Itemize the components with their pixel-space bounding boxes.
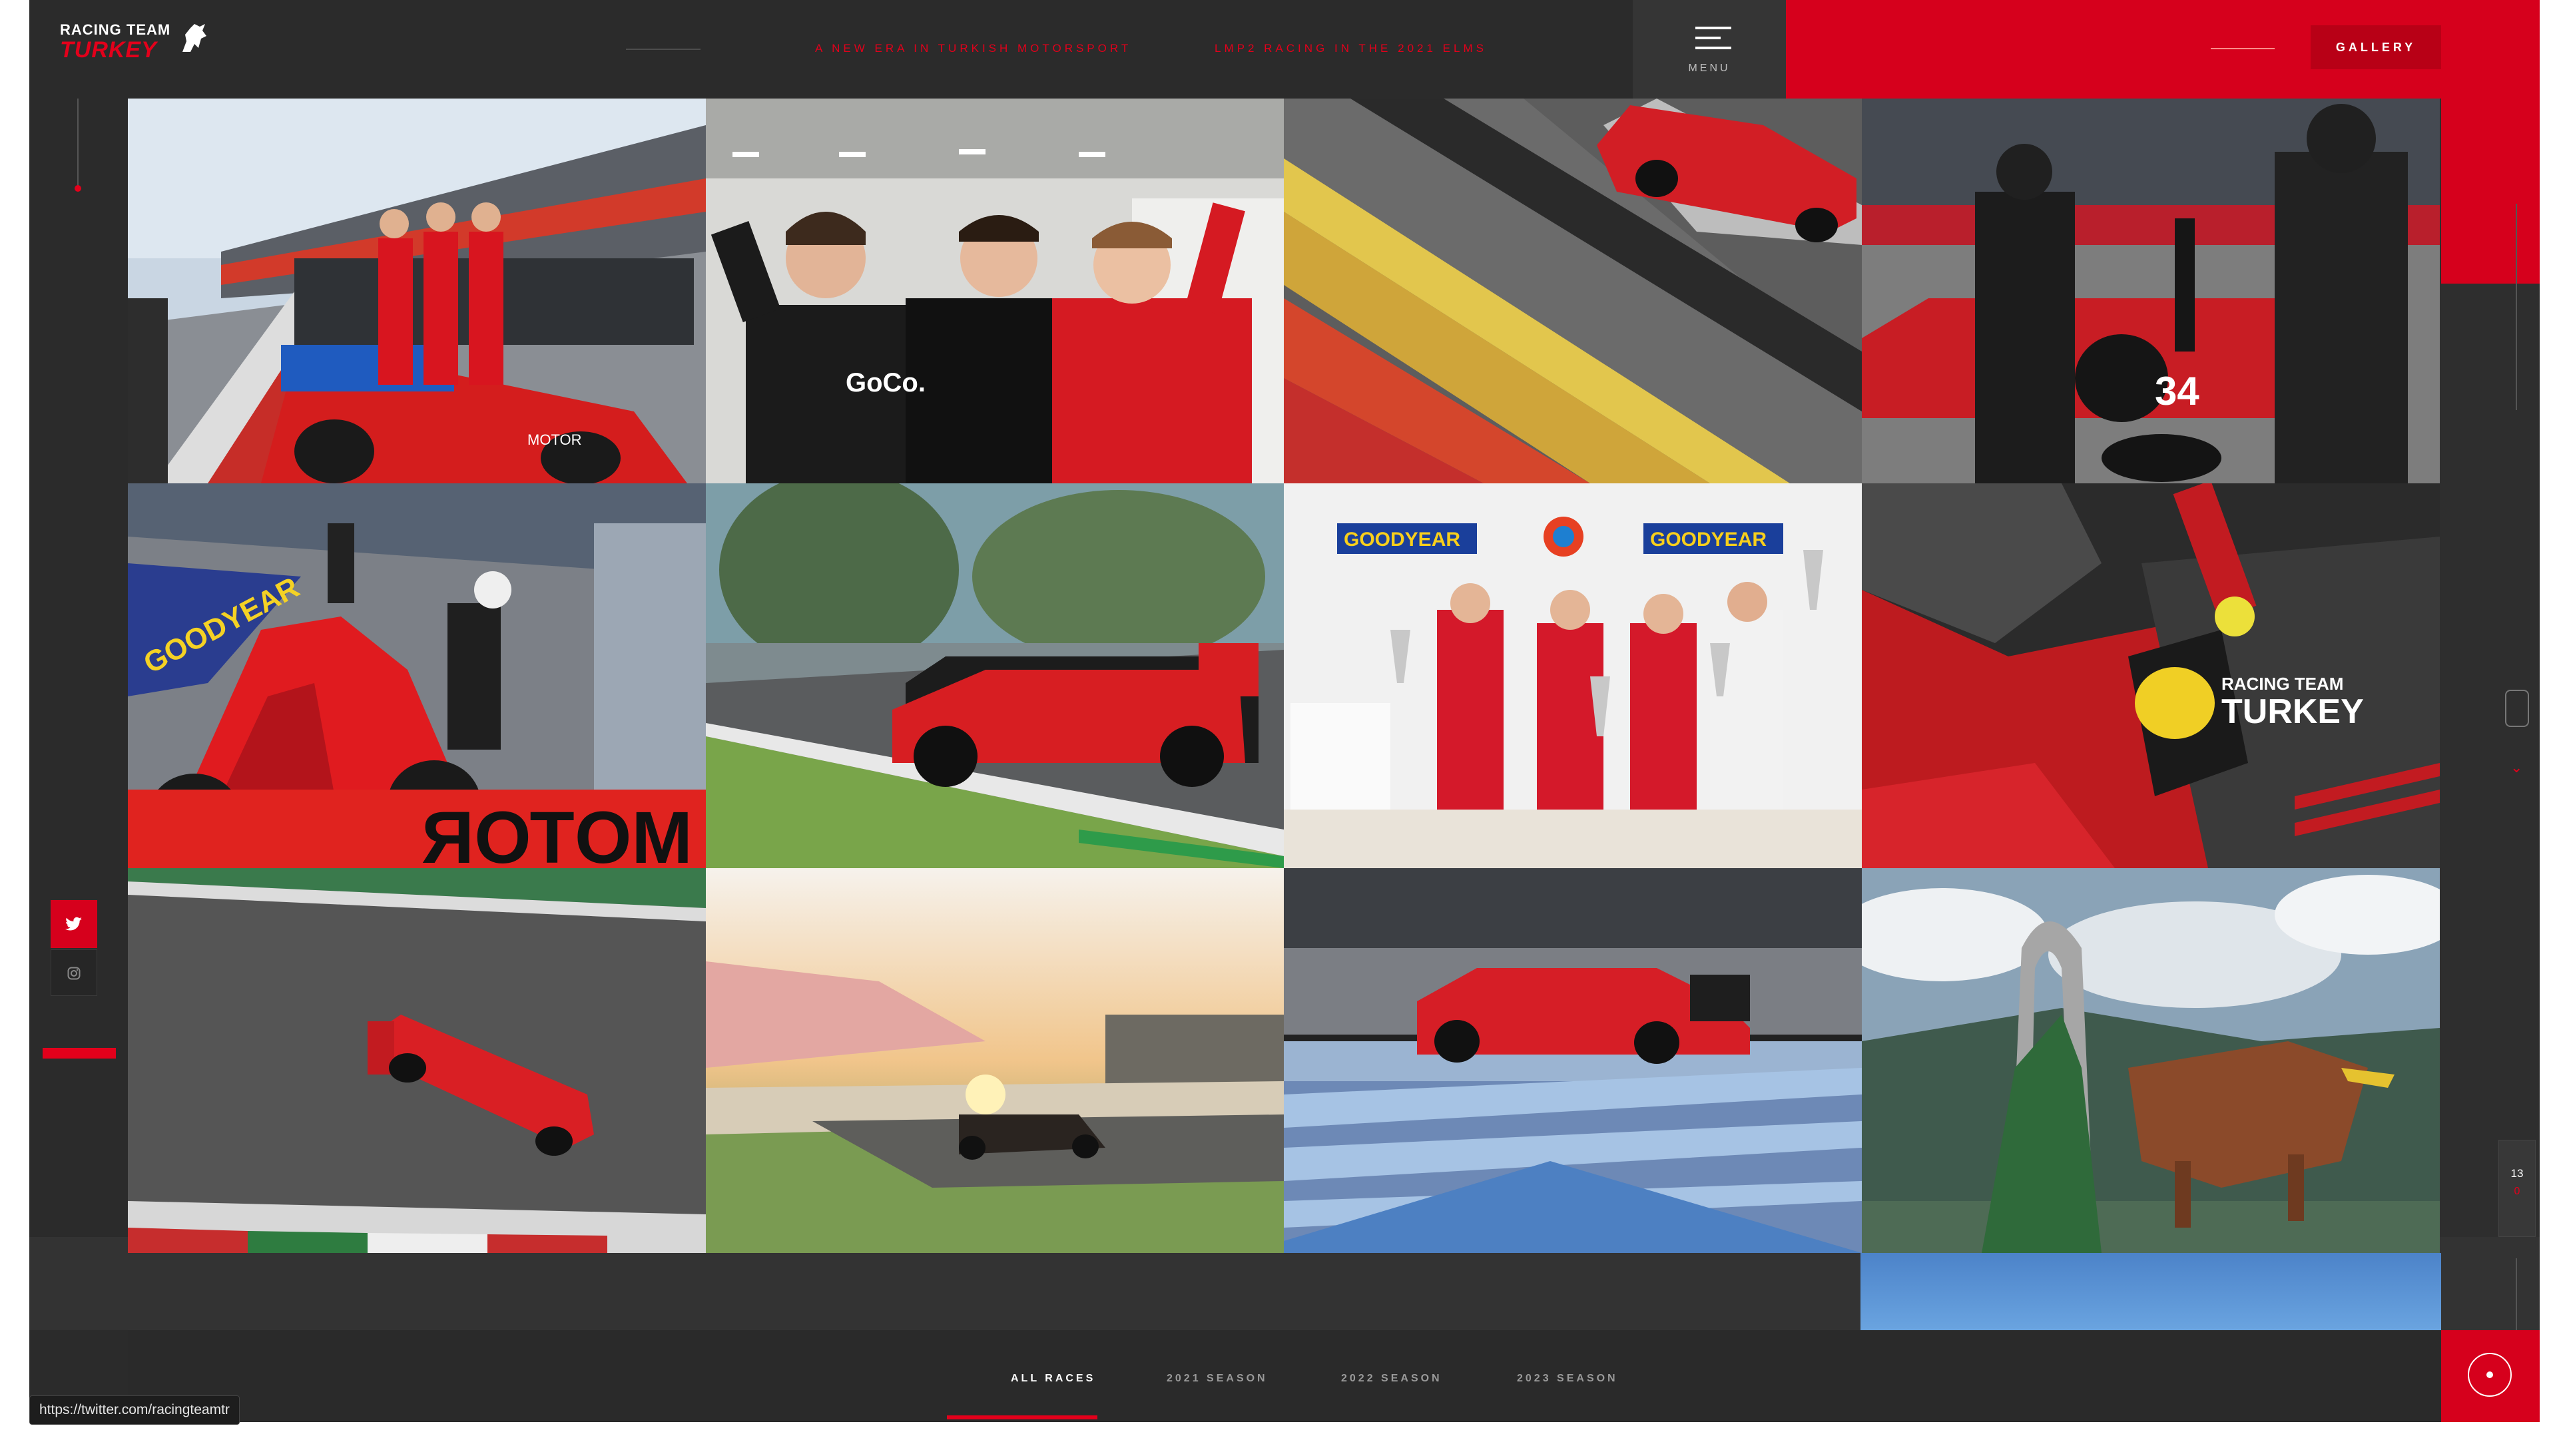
- scroll-mouse-icon[interactable]: [2505, 690, 2529, 727]
- photo-car-aerial: [128, 868, 706, 1253]
- twitter-icon: [65, 917, 82, 931]
- red-header-line: [2211, 48, 2275, 49]
- gallery-photo[interactable]: [1862, 868, 2440, 1253]
- svg-text:GOODYEAR: GOODYEAR: [1344, 529, 1460, 551]
- left-sidebar: [29, 99, 129, 1422]
- season-filter-bar: ALL RACES 2021 SEASON 2022 SEASON 2023 S…: [128, 1330, 2441, 1422]
- team-badge-line-1: RACING TEAM: [2221, 674, 2343, 694]
- gallery-photo[interactable]: GoCo.: [706, 99, 1284, 483]
- left-progress-line: [77, 99, 79, 189]
- filter-2021-season[interactable]: 2021 SEASON: [1167, 1373, 1268, 1385]
- photo-red-bull-ring: [1862, 868, 2440, 1253]
- horse-icon: [182, 24, 206, 52]
- gallery-photo[interactable]: GOODYEAR GOODYEAR: [1284, 483, 1862, 868]
- photo-car-speed-kerb: [1284, 99, 1862, 483]
- filter-2022-season[interactable]: 2022 SEASON: [1341, 1373, 1442, 1385]
- photo-team-garage: GoCo.: [706, 99, 1284, 483]
- right-rail-line-bottom: [2516, 1258, 2517, 1330]
- nav-divider: [626, 49, 701, 50]
- instagram-button[interactable]: [51, 949, 97, 996]
- svg-text:GoCo.: GoCo.: [846, 368, 926, 397]
- logo-line-2: TURKEY: [60, 37, 157, 63]
- photo-cockpit: RACING TEAM TURKEY: [1862, 483, 2440, 868]
- counter-next: 0: [2514, 1186, 2520, 1197]
- filter-all-races[interactable]: ALL RACES: [1011, 1373, 1095, 1385]
- instagram-icon: [67, 967, 81, 980]
- sponsor-motor-text: MOTOR: [527, 431, 581, 448]
- svg-text:GOODYEAR: GOODYEAR: [1650, 529, 1767, 551]
- gallery-photo[interactable]: [706, 483, 1284, 868]
- nav-link-lmp2[interactable]: LMP2 RACING IN THE 2021 ELMS: [1215, 42, 1487, 55]
- photo-grid: MOTOR GoCo. 34 GOODYEAR MOTOR GOODYEAR G…: [128, 99, 2441, 1253]
- counter-current: 13: [2510, 1167, 2524, 1180]
- photo-car-monza: [706, 483, 1284, 868]
- gallery-photo[interactable]: [1284, 868, 1862, 1253]
- brand-logo[interactable]: RACING TEAM TURKEY: [60, 20, 220, 63]
- red-side-panel: [2441, 99, 2540, 284]
- status-bar-url: https://twitter.com/racingteamtr: [29, 1395, 240, 1425]
- gallery-photo[interactable]: [1284, 99, 1862, 483]
- photo-pit-crew: 34: [1862, 99, 2440, 483]
- gallery-photo[interactable]: [706, 868, 1284, 1253]
- svg-text:34: 34: [2155, 369, 2199, 413]
- scroll-top-button[interactable]: [2441, 1330, 2540, 1422]
- top-bar: RACING TEAM TURKEY A NEW ERA IN TURKISH …: [29, 0, 2540, 99]
- logo-line-1: RACING TEAM: [60, 21, 171, 38]
- slide-counter: 13 0: [2498, 1140, 2536, 1237]
- gallery-photo[interactable]: 34: [1862, 99, 2440, 483]
- page-frame: RACING TEAM TURKEY A NEW ERA IN TURKISH …: [29, 0, 2540, 1422]
- twitter-button[interactable]: [51, 900, 97, 948]
- gallery-photo[interactable]: RACING TEAM TURKEY: [1862, 483, 2440, 868]
- photo-car-sunset: [706, 868, 1284, 1253]
- team-badge-line-2: TURKEY: [2221, 692, 2364, 731]
- photo-pitlane-celebration: MOTOR: [128, 99, 706, 483]
- photo-pitstop-above: GOODYEAR MOTOR: [128, 483, 706, 868]
- gallery-photo[interactable]: MOTOR: [128, 99, 706, 483]
- chevron-down-icon[interactable]: ⌄: [2510, 759, 2522, 776]
- photo-overflow-strip: [1860, 1253, 2441, 1330]
- photo-car-paul-ricard: [1284, 868, 1862, 1253]
- menu-label: MENU: [1688, 63, 1731, 74]
- svg-text:MOTOR: MOTOR: [422, 797, 693, 868]
- left-accent-bar: [43, 1048, 116, 1059]
- nav-link-new-era[interactable]: A NEW ERA IN TURKISH MOTORSPORT: [815, 42, 1131, 55]
- gallery-photo[interactable]: [128, 868, 706, 1253]
- menu-button[interactable]: MENU: [1633, 0, 1786, 99]
- gallery-button[interactable]: GALLERY: [2311, 25, 2441, 69]
- gallery-photo[interactable]: GOODYEAR MOTOR: [128, 483, 706, 868]
- filter-2023-season[interactable]: 2023 SEASON: [1517, 1373, 1618, 1385]
- right-rail-line-top: [2516, 204, 2517, 410]
- active-filter-underline: [947, 1415, 1097, 1419]
- photo-podium: GOODYEAR GOODYEAR: [1284, 483, 1862, 868]
- circle-dot-icon: [2468, 1353, 2512, 1397]
- left-progress-dot: [75, 185, 81, 192]
- menu-icon: [1695, 27, 1731, 57]
